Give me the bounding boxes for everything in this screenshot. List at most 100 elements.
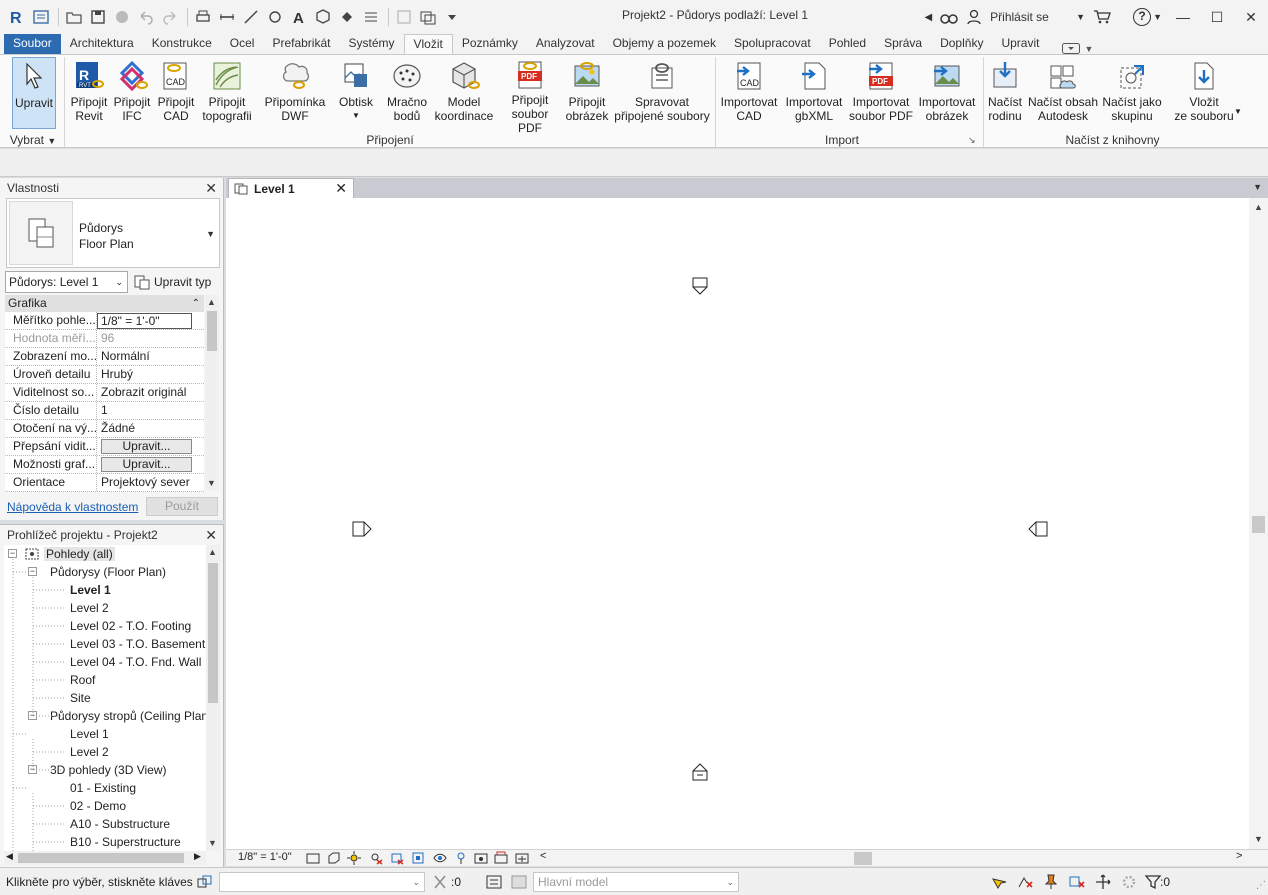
tab-pohled[interactable]: Pohled: [820, 34, 875, 54]
instance-filter-select[interactable]: Půdorys: Level 1 ⌄: [5, 271, 128, 293]
active-design-option-select[interactable]: Hlavní model ⌄: [533, 872, 739, 892]
collapse-icon[interactable]: ⌃: [192, 295, 200, 312]
property-row-display-model[interactable]: Zobrazení mo... Normální: [5, 348, 204, 366]
link-pdf-button[interactable]: PDF Připojit soubor PDF: [498, 57, 562, 135]
close-icon[interactable]: ✕: [335, 180, 347, 197]
search-arrow-icon[interactable]: ◀: [920, 0, 936, 34]
properties-help-link[interactable]: Nápověda k vlastnostem: [7, 500, 138, 514]
text-icon[interactable]: A: [288, 6, 310, 28]
chevron-down-icon[interactable]: ▼: [206, 229, 215, 239]
switch-windows-icon[interactable]: [417, 6, 439, 28]
maximize-button[interactable]: ☐: [1200, 0, 1234, 34]
tab-soubor[interactable]: Soubor: [4, 34, 61, 54]
tree-node-view[interactable]: 01 - Existing: [4, 779, 206, 797]
cart-icon[interactable]: [1089, 0, 1115, 34]
visual-style-icon[interactable]: [327, 851, 341, 865]
3d-view-icon[interactable]: [312, 6, 334, 28]
collapse-toggle-icon[interactable]: −: [28, 567, 37, 576]
temporary-hide-icon[interactable]: [433, 851, 447, 865]
select-underlay-icon[interactable]: [1016, 873, 1034, 891]
collapse-toggle-icon[interactable]: −: [28, 765, 37, 774]
link-topography-button[interactable]: Připojit topografii: [198, 57, 256, 129]
tab-analyzovat[interactable]: Analyzovat: [527, 34, 604, 54]
sign-in-dropdown-icon[interactable]: ▼: [1072, 0, 1089, 34]
tree-node-view[interactable]: Level 1: [4, 725, 206, 743]
tab-ocel[interactable]: Ocel: [221, 34, 264, 54]
section-icon[interactable]: [336, 6, 358, 28]
import-gbxml-button[interactable]: Importovat gbXML: [782, 57, 846, 129]
import-cad-button[interactable]: CAD Importovat CAD: [717, 57, 781, 129]
import-image-button[interactable]: Importovat obrázek: [914, 57, 980, 129]
scroll-right-icon[interactable]: ▶: [194, 851, 201, 862]
load-autodesk-content-button[interactable]: Načíst obsah Autodesk: [1026, 57, 1100, 129]
worksets-icon[interactable]: [196, 873, 214, 891]
collapse-toggle-icon[interactable]: −: [8, 549, 17, 558]
scroll-up-icon[interactable]: ▲: [1254, 202, 1263, 212]
workset-select[interactable]: ⌄: [219, 872, 425, 892]
property-row-detail-level[interactable]: Úroveň detailu Hrubý: [5, 366, 204, 384]
property-value[interactable]: 1: [97, 402, 204, 419]
measure-icon[interactable]: [216, 6, 238, 28]
link-image-button[interactable]: Připojit obrázek: [564, 57, 610, 129]
show-crop-region-icon[interactable]: [411, 851, 425, 865]
tree-node-view[interactable]: A10 - Substructure: [4, 815, 206, 833]
undo-icon[interactable]: [135, 6, 157, 28]
property-value[interactable]: Hrubý: [97, 366, 204, 383]
scroll-thumb[interactable]: [208, 563, 218, 703]
tree-node-view[interactable]: B10 - Superstructure: [4, 833, 206, 851]
tab-architektura[interactable]: Architektura: [61, 34, 143, 54]
select-by-face-icon[interactable]: [1068, 873, 1086, 891]
property-value[interactable]: Projektový sever: [97, 474, 204, 491]
drawing-canvas[interactable]: [226, 198, 1249, 849]
tree-node-3d-views[interactable]: − 3D pohledy (3D View): [4, 761, 206, 779]
tab-upravit[interactable]: Upravit: [992, 34, 1048, 54]
view-scale-button[interactable]: 1/8" = 1'-0": [238, 851, 292, 863]
coordination-model-button[interactable]: Model koordinace: [432, 57, 496, 129]
tree-node-view[interactable]: Roof: [4, 671, 206, 689]
scroll-up-icon[interactable]: ▲: [207, 297, 216, 307]
tree-node-view[interactable]: Level 2: [4, 743, 206, 761]
import-dialog-launcher-icon[interactable]: ↘: [968, 135, 976, 146]
sign-in-button[interactable]: Přihlásit se: [986, 0, 1072, 34]
scroll-left-icon[interactable]: <: [540, 850, 546, 862]
property-row-parts-visibility[interactable]: Viditelnost so... Zobrazit originál: [5, 384, 204, 402]
design-option-set-icon[interactable]: [510, 873, 528, 891]
modify-select-button[interactable]: Upravit: [12, 57, 56, 129]
canvas-horizontal-scroll-thumb[interactable]: [854, 852, 872, 865]
minimize-button[interactable]: —: [1166, 0, 1200, 34]
tag-icon[interactable]: [264, 6, 286, 28]
tree-node-view[interactable]: Level 02 - T.O. Footing: [4, 617, 206, 635]
tab-poznamky[interactable]: Poznámky: [453, 34, 527, 54]
tree-node-view[interactable]: Level 03 - T.O. Basement: [4, 635, 206, 653]
link-cad-button[interactable]: CAD Připojit CAD: [154, 57, 198, 129]
property-row-rotation[interactable]: Otočení na vý... Žádné: [5, 420, 204, 438]
temporary-view-properties-icon[interactable]: [474, 851, 488, 865]
thin-lines-icon[interactable]: [360, 6, 382, 28]
tree-node-view[interactable]: Level 2: [4, 599, 206, 617]
drag-elements-icon[interactable]: [1094, 873, 1112, 891]
background-process-icon[interactable]: [1120, 873, 1138, 891]
design-options-icon[interactable]: [485, 873, 503, 891]
tab-doplnky[interactable]: Doplňky: [931, 34, 992, 54]
tree-node-view[interactable]: 02 - Demo: [4, 797, 206, 815]
aligned-dimension-icon[interactable]: [240, 6, 262, 28]
view-tabs-menu-icon[interactable]: ▼: [1253, 182, 1262, 192]
decal-dropdown-icon[interactable]: ▼: [352, 109, 360, 123]
type-selector[interactable]: Půdorys Floor Plan ▼: [6, 198, 220, 268]
link-ifc-button[interactable]: Připojit IFC: [110, 57, 154, 129]
customize-qat-icon[interactable]: [441, 6, 463, 28]
open-folder-icon[interactable]: [63, 6, 85, 28]
tab-spolupracovat[interactable]: Spolupracovat: [725, 34, 820, 54]
scroll-right-icon[interactable]: >: [1236, 850, 1242, 862]
decal-button[interactable]: Obtisk ▼: [334, 57, 378, 129]
tree-node-views[interactable]: − Pohledy (all): [4, 545, 206, 563]
view-scale-input[interactable]: 1/8" = 1'-0": [97, 313, 192, 329]
elevation-marker-east[interactable]: [1028, 521, 1048, 537]
elevation-marker-north[interactable]: [692, 277, 708, 295]
insert-from-file-button[interactable]: Vložit ze souboru: [1168, 57, 1240, 129]
tree-node-view[interactable]: Level 04 - T.O. Fnd. Wall: [4, 653, 206, 671]
tree-node-floor-plans[interactable]: − Půdorysy (Floor Plan): [4, 563, 206, 581]
revit-app-icon[interactable]: R: [6, 6, 28, 28]
scroll-up-icon[interactable]: ▲: [208, 547, 217, 557]
scroll-thumb[interactable]: [1252, 516, 1265, 533]
